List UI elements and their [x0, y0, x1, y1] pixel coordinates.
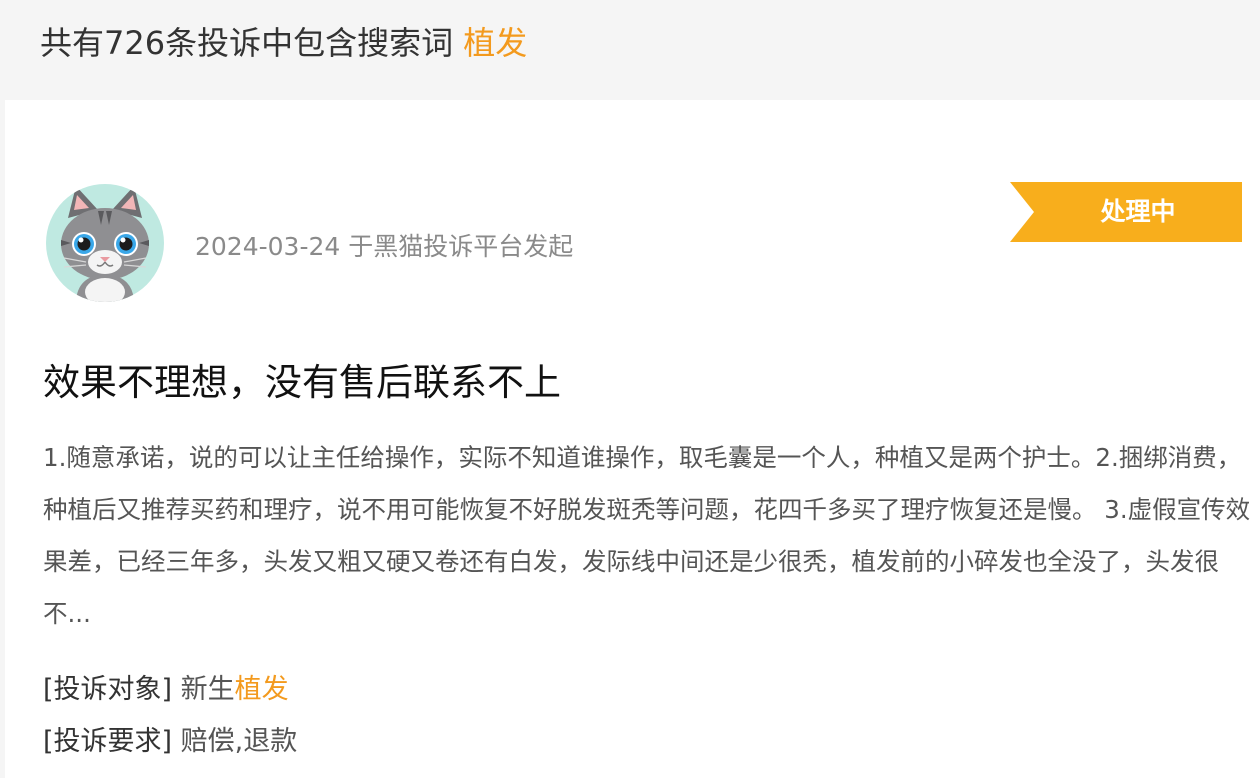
- complaint-target-keyword: 植发: [234, 674, 289, 705]
- complaint-target: [投诉对象] 新生植发: [43, 667, 289, 706]
- status-badge: 处理中: [1010, 182, 1242, 242]
- complaint-target-plain: 新生: [180, 674, 235, 705]
- complaint-request-value: 赔偿,退款: [180, 726, 298, 757]
- result-count-text: 共有726条投诉中包含搜索词: [40, 24, 454, 62]
- status-label: 处理中: [1100, 197, 1176, 226]
- complaint-card[interactable]: 2024-03-24 于黑猫投诉平台发起 处理中 效果不理想，没有售后联系不上 …: [5, 100, 1260, 778]
- search-result-summary: 共有726条投诉中包含搜索词 植发: [0, 0, 1260, 100]
- complaint-target-label: [投诉对象]: [43, 674, 173, 705]
- complaint-request: [投诉要求] 赔偿,退款: [43, 719, 297, 758]
- complaint-source: 于黑猫投诉平台发起: [348, 232, 574, 261]
- complaint-date: 2024-03-24: [195, 232, 341, 261]
- complaint-content[interactable]: 1.随意承诺，说的可以让主任给操作，实际不知道谁操作，取毛囊是一个人，种植又是两…: [43, 432, 1255, 640]
- complaint-title[interactable]: 效果不理想，没有售后联系不上: [43, 352, 561, 406]
- complaint-request-label: [投诉要求]: [43, 726, 173, 757]
- complaint-meta: 2024-03-24 于黑猫投诉平台发起: [195, 227, 573, 263]
- complaint-target-name[interactable]: 新生植发: [181, 674, 289, 705]
- search-keyword: 植发: [463, 24, 528, 62]
- cat-avatar-icon: [46, 184, 164, 302]
